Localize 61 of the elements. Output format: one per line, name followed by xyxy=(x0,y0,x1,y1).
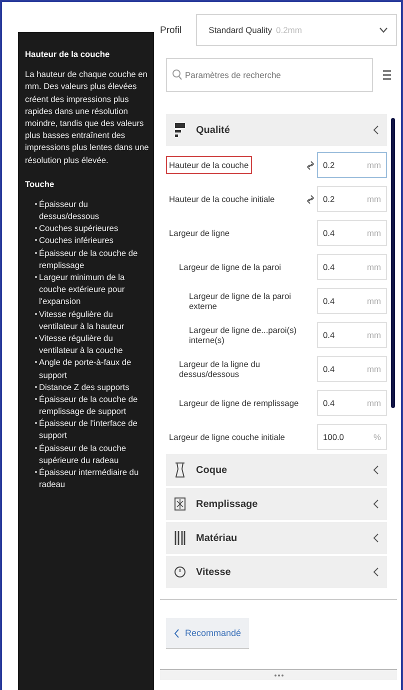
affected-setting: Distance Z des supports xyxy=(39,380,130,393)
setting-label: Largeur de ligne de la paroi xyxy=(178,260,282,274)
hourglass-icon xyxy=(174,462,186,478)
link-icon[interactable] xyxy=(306,194,314,204)
profile-dropdown[interactable]: Standard Quality 0.2mm xyxy=(196,14,397,46)
setting-label: Largeur de ligne xyxy=(168,226,231,240)
chevron-icon xyxy=(373,465,379,475)
chevron-icon xyxy=(373,499,379,509)
affected-setting: Épaisseur du dessus/dessous xyxy=(39,198,100,222)
affected-setting: Couches inférieures xyxy=(39,234,114,247)
affected-setting: Épaisseur intermédiaire du radeau xyxy=(39,466,140,490)
link-icon[interactable] xyxy=(306,160,314,170)
value-field[interactable]: 0.2 mm xyxy=(317,152,387,178)
dropdown-chevron-icon xyxy=(379,27,388,33)
setting-label: Largeur de la ligne du dessus/dessous xyxy=(178,358,262,381)
affected-setting: Épaisseur de l'interface de support xyxy=(39,417,138,442)
setting-label: Largeur de ligne couche initiale xyxy=(168,430,286,444)
value-field[interactable]: 0.4 mm xyxy=(317,356,387,382)
setting-label: Hauteur de la couche xyxy=(166,156,252,174)
affected-setting: Vitesse régulière du ventilateur à la hauteur xyxy=(39,308,126,332)
search-icon xyxy=(172,69,182,80)
value-field[interactable]: 0.4 mm xyxy=(317,254,387,280)
chevron-left-icon xyxy=(174,628,179,638)
section-header[interactable]: Matériau xyxy=(166,522,387,554)
tooltip-description: La hauteur de chaque couche en mm. Des valeurs plus élevées créent des impressions plus rapides dans une résolution moindre, tandis que des valeurs plus basses entraînent des impressions plus lentes dans une résolution plus élevée. xyxy=(25,68,150,166)
recommended-button[interactable]: Recommandé xyxy=(166,618,250,649)
resize-handle[interactable] xyxy=(160,669,397,680)
clock-icon xyxy=(174,564,186,580)
value-field[interactable]: 100.0 % xyxy=(317,424,387,450)
chevron-icon xyxy=(373,125,379,135)
tooltip-title: Hauteur de la couche xyxy=(25,48,111,60)
value-field[interactable]: 0.4 mm xyxy=(317,288,387,314)
infill-icon xyxy=(174,496,186,512)
affected-setting: Épaisseur de la couche de remplissage xyxy=(39,246,139,271)
affected-setting: Couches supérieures xyxy=(39,222,118,234)
scrollbar[interactable] xyxy=(391,118,395,408)
section-header[interactable]: Vitesse xyxy=(166,556,387,588)
value-field[interactable]: 0.4 mm xyxy=(317,390,387,416)
menu-icon[interactable] xyxy=(383,69,391,81)
affected-setting: Épaisseur de la couche supérieure du radeau xyxy=(39,442,128,466)
section-header[interactable]: Qualité xyxy=(166,114,387,146)
setting-label: Hauteur de la couche initiale xyxy=(168,192,276,206)
affected-setting: Épaisseur de la couche de remplissage de support xyxy=(39,392,139,418)
setting-label: Largeur de ligne de la paroi externe xyxy=(188,290,292,313)
layers-icon xyxy=(174,122,186,138)
section-header[interactable]: Coque xyxy=(166,454,387,486)
affected-setting: Vitesse régulière du ventilateur à la couche xyxy=(39,332,124,356)
search-field[interactable]: Paramètres de recherche xyxy=(166,58,373,92)
dots-icon xyxy=(274,674,284,676)
affected-setting: Largeur minimum de la couche extérieure pour l'expansion xyxy=(39,271,126,308)
chevron-icon xyxy=(373,533,379,543)
affects-heading: Touche xyxy=(25,178,56,190)
profile-label: Profil xyxy=(160,24,182,36)
setting-label: Largeur de ligne de...paroi(s) interne(s) xyxy=(188,324,298,347)
section-header[interactable]: Remplissage xyxy=(166,488,387,520)
affected-setting: Angle de porte-à-faux de support xyxy=(39,356,132,381)
setting-label: Largeur de ligne de remplissage xyxy=(178,396,300,410)
value-field[interactable]: 0.4 mm xyxy=(317,220,387,246)
value-field[interactable]: 0.4 mm xyxy=(317,322,387,348)
chevron-icon xyxy=(373,567,379,577)
value-field[interactable]: 0.2 mm xyxy=(317,186,387,212)
